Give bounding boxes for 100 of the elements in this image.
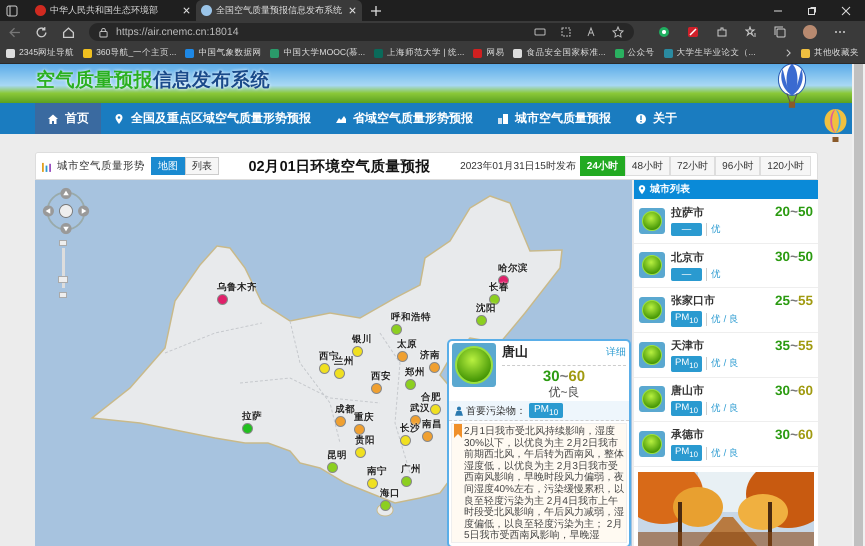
city-label: 南昌 [422,418,442,431]
aqi-range: 30~60 [542,368,586,385]
air-quality-icon [639,386,665,412]
nav-item[interactable]: 省域空气质量形势预报 [323,103,485,134]
period-tab[interactable]: 48小时 [624,156,670,176]
panel-heading: 城市空气质量形势 [57,159,145,173]
pollutant-badge: — [671,268,702,281]
city-label: 成都 [335,403,355,415]
pollutant-badge: PM$_{10}$ [671,400,702,416]
air-quality-grade: 优 / 良 [706,402,739,415]
publish-time: 2023年01月31日15时发布 [460,160,576,173]
scrollbar[interactable] [852,64,865,546]
bookmark[interactable]: 2345网址导航 [6,47,74,59]
favorites-icon[interactable] [745,26,757,38]
city-list-item[interactable]: 天津市 PM$_{10}$ 优 / 良 35~55 [634,332,818,378]
extension-icon[interactable] [658,26,670,38]
city-list-item[interactable]: 拉萨市 — 优 20~50 [634,198,818,244]
city-label: 呼和浩特 [391,311,431,324]
device-icon[interactable] [534,26,546,38]
aqi-range: 30~60 [775,382,813,398]
view-toggle[interactable]: 地图 [151,157,185,175]
bookmark[interactable]: 上海师范大学 | 统... [374,47,464,59]
home-icon[interactable] [62,26,75,38]
city-list-item[interactable]: 承德市 PM$_{10}$ 优 / 良 30~60 [634,422,818,467]
aqi-range: 30~60 [775,427,813,442]
zoom-out-icon[interactable] [59,292,67,298]
period-tab[interactable]: 120小时 [760,156,811,176]
close-icon[interactable] [182,6,191,15]
pin-icon [638,184,646,195]
city-label: 昆明 [327,449,347,462]
city-label: 贵阳 [355,434,375,447]
bookmark[interactable]: 网易 [473,47,504,59]
bookmark-icon [454,424,462,438]
pollutant-badge: PM$_{10}$ [671,311,702,328]
city-label: 武汉 [410,402,430,415]
air-quality-grade: 优~良 [548,385,580,399]
bookmark[interactable]: 中国气象数据网 [185,47,262,59]
person-icon [455,406,463,416]
city-label: 长沙 [400,422,420,435]
city-label: 银川 [352,333,372,346]
close-icon[interactable] [348,6,357,15]
view-toggle[interactable]: 列表 [185,157,219,175]
refresh-icon[interactable] [35,26,48,38]
nav-item[interactable]: 城市空气质量预报 [485,103,623,134]
city-list-item[interactable]: 北京市 — 优 30~50 [634,244,818,288]
aqi-range: 30~50 [775,248,813,264]
city-label: 沈阳 [476,302,496,315]
nav-item[interactable]: 关于 [623,103,689,134]
browser-tab[interactable]: 中华人民共和国生态环境部 [30,0,196,21]
site-title: 空气质量预报信息发布系统 [36,68,270,93]
bookmark[interactable]: 公众号 [614,47,655,59]
bookmark[interactable]: 食品安全国家标准... [513,47,606,59]
city-label: 长春 [489,281,509,294]
restore-icon[interactable] [807,6,817,16]
period-tab[interactable]: 72小时 [670,156,716,176]
city-label: 合肥 [421,391,441,403]
nav-item[interactable]: 首页 [35,103,101,134]
avatar[interactable] [803,25,817,39]
pan-control-icon[interactable] [41,186,91,236]
extension-icon[interactable] [687,26,699,38]
collections-icon[interactable] [774,26,786,38]
city-list-item[interactable]: 张家口市 PM$_{10}$ 优 / 良 25~55 [634,288,818,333]
list-title: 城市列表 [650,182,690,196]
air-quality-icon [639,252,665,278]
city-label: 济南 [420,349,440,362]
city-name: 北京市 [671,250,705,265]
bookmark-folder[interactable]: 其他收藏夹 [801,47,859,59]
city-name: 承德市 [671,428,705,442]
new-tab-icon[interactable] [370,4,382,16]
home-icon [47,112,59,124]
balloon-icon [822,109,849,143]
bookmark[interactable]: 360导航_一个主页... [83,47,176,59]
forecast-title: 02月01日环境空气质量预报 [248,157,431,176]
pin-icon [113,112,125,124]
forecast-text: 2月1日我市受北风持续影响，湿度30%以下，以优良为主 2月2日我市前期西北风，午后转为西南风，整体湿度低，以优良为主 2月3日我市受西南风影响，早晚时段风力偏弱，夜间湿度40%左右，污染缓慢累积，以良至轻度污染为主 2月4日我市上午时段受北风影响，午后风力减弱，湿度偏低，以良至轻度污染为主； 2月5日我市受西南风影响，早晚湿 [464,424,624,542]
pollutant-badge: — [671,223,702,236]
city-label: 西安 [371,370,391,383]
tab-actions-icon[interactable] [6,4,18,16]
air-quality-icon [639,342,665,368]
air-quality-icon [452,343,496,387]
city-label: 哈尔滨 [498,262,528,275]
lock-icon [99,26,108,38]
bookmark[interactable]: 大学生毕业论文（... [664,47,756,59]
browser-tab[interactable]: 全国空气质量预报信息发布系统 [196,0,362,21]
city-name: 拉萨市 [671,206,705,220]
back-icon[interactable] [8,26,21,38]
city-label: 南宁 [367,465,387,478]
air-quality-grade: 优 / 良 [706,357,739,370]
chevron-icon[interactable] [785,48,792,58]
star-icon[interactable] [612,26,624,38]
close-icon[interactable] [841,6,851,16]
period-tab[interactable]: 96小时 [715,156,760,176]
city-marker[interactable] [430,404,441,415]
zoom-in-icon[interactable] [59,240,67,246]
air-quality-grade: 优 [706,268,721,281]
nav-item[interactable]: 全国及重点区域空气质量形势预报 [101,103,323,134]
address-bar[interactable]: https://air.cnemc.cn:18014 [89,23,634,41]
city-list-item[interactable]: 唐山市 PM$_{10}$ 优 / 良 30~60 [634,378,818,422]
bookmark[interactable]: 中国大学MOOC(慕... [270,47,366,59]
aqi-range: 35~55 [775,338,813,353]
